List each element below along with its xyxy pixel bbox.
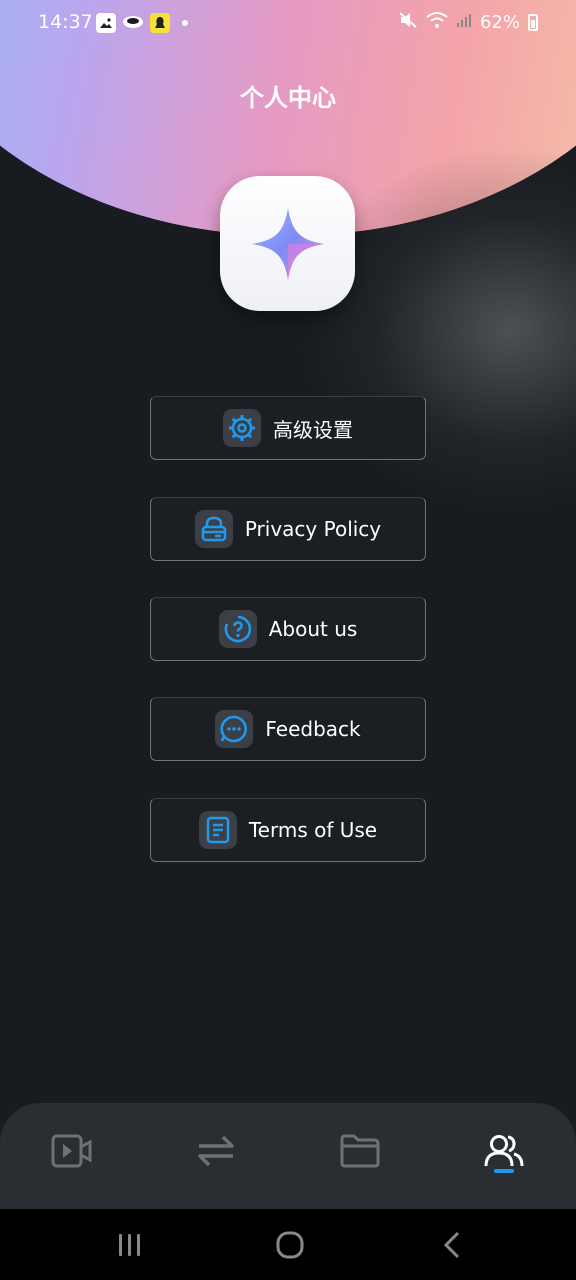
menu-item-about-us[interactable]: About us bbox=[150, 597, 426, 661]
gallery-notification-icon bbox=[96, 13, 116, 33]
active-tab-indicator bbox=[494, 1169, 514, 1173]
menu-item-privacy-policy[interactable]: Privacy Policy bbox=[150, 497, 426, 561]
signal-icon bbox=[456, 12, 472, 33]
status-time: 14:37 bbox=[38, 11, 93, 33]
nav-tab-convert[interactable] bbox=[186, 1121, 246, 1181]
app-logo bbox=[220, 176, 355, 311]
home-button[interactable] bbox=[270, 1227, 310, 1263]
help-circle-icon bbox=[218, 610, 257, 648]
menu-item-terms-of-use[interactable]: Terms of Use bbox=[150, 798, 426, 862]
system-navigation-bar bbox=[0, 1209, 576, 1280]
menu-item-label: Feedback bbox=[265, 717, 361, 741]
lock-icon bbox=[194, 510, 233, 548]
menu-item-advanced-settings[interactable]: 高级设置 bbox=[150, 396, 426, 460]
nav-tab-files[interactable] bbox=[330, 1121, 390, 1181]
document-icon bbox=[198, 811, 237, 849]
video-icon bbox=[51, 1134, 92, 1168]
menu-item-feedback[interactable]: Feedback bbox=[150, 697, 426, 761]
chat-bubble-icon bbox=[215, 710, 254, 748]
menu-item-label: 高级设置 bbox=[273, 417, 353, 442]
home-icon bbox=[276, 1231, 304, 1259]
bottom-navigation bbox=[0, 1103, 576, 1209]
recent-apps-button[interactable] bbox=[110, 1227, 150, 1263]
more-notifications-dot bbox=[182, 20, 188, 26]
gear-icon bbox=[223, 409, 261, 447]
nav-tab-videos[interactable] bbox=[42, 1121, 102, 1181]
users-icon bbox=[484, 1135, 524, 1167]
cloud-notification-icon bbox=[122, 13, 144, 33]
battery-percent: 62% bbox=[479, 12, 520, 33]
wifi-icon bbox=[426, 11, 448, 34]
battery-icon bbox=[528, 14, 538, 31]
back-icon bbox=[443, 1231, 460, 1259]
status-bar: 14:37 62% bbox=[0, 0, 576, 48]
swap-arrows-icon bbox=[198, 1135, 234, 1167]
menu-item-label: About us bbox=[268, 617, 358, 641]
folder-icon bbox=[340, 1134, 380, 1168]
sparkle-star-icon bbox=[251, 207, 324, 280]
menu-item-label: Privacy Policy bbox=[244, 517, 382, 541]
system-status-icons: 62% bbox=[398, 11, 538, 34]
mute-icon bbox=[398, 11, 418, 34]
recent-apps-icon bbox=[119, 1234, 140, 1256]
app-notification-icon bbox=[150, 13, 170, 33]
notification-icons bbox=[96, 13, 188, 33]
page-title: 个人中心 bbox=[240, 84, 336, 112]
back-button[interactable] bbox=[432, 1227, 472, 1263]
menu-item-label: Terms of Use bbox=[248, 818, 378, 842]
profile-screen: 14:37 62% 个人中心 高级设置 Privacy Policy About… bbox=[0, 0, 576, 1280]
